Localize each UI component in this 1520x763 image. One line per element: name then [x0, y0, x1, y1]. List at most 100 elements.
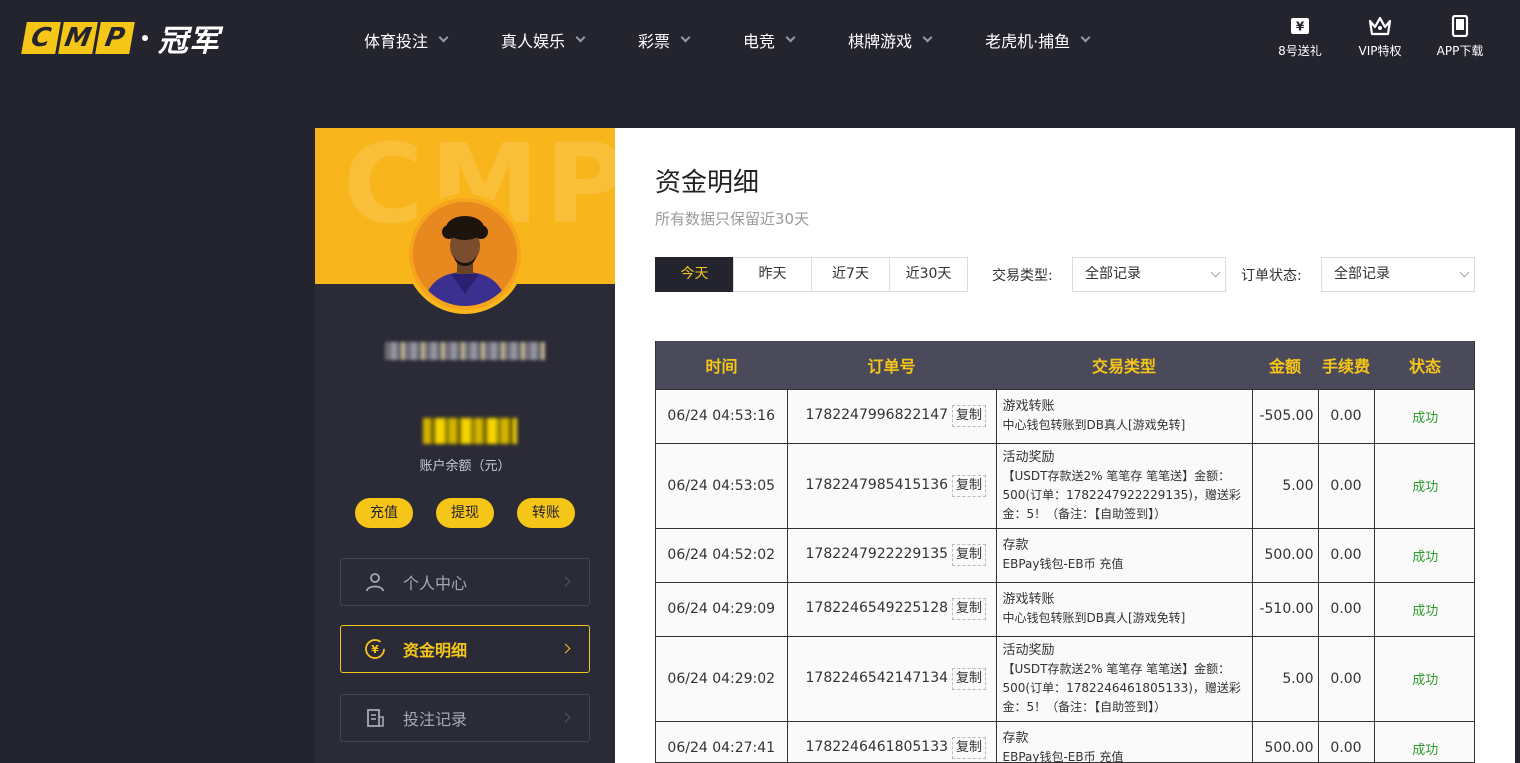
gift-label: 8号送礼	[1278, 44, 1322, 58]
tab-last-7-days[interactable]: 近7天	[811, 257, 890, 292]
cell-fee: 0.00	[1317, 388, 1375, 444]
cell-time: 06/24 04:29:02	[656, 635, 788, 722]
cell-order: 1782247985415136 复制	[786, 442, 997, 529]
cell-amount: 5.00	[1251, 442, 1319, 529]
table-row: 06/24 04:53:05 1782247985415136 复制 活动奖励 【U…	[656, 442, 1474, 529]
order-status-select[interactable]: 全部记录	[1321, 257, 1475, 292]
app-download-button[interactable]: APP下载	[1420, 14, 1500, 59]
cell-amount: 500.00	[1251, 527, 1319, 583]
chevron-down-icon	[1080, 32, 1091, 43]
copy-button[interactable]: 复制	[952, 544, 987, 566]
svg-text:¥: ¥	[371, 643, 379, 656]
sidebar-item-bet-records[interactable]: 投注记录	[340, 694, 590, 742]
nav-item-slots-fishing[interactable]: 老虎机·捕鱼	[985, 28, 1091, 52]
avatar[interactable]	[405, 194, 525, 314]
transfer-button[interactable]: 转账	[517, 498, 575, 528]
type-detail: EBPay钱包-EB币 充值	[1002, 750, 1124, 763]
yen-circle-icon: ¥	[363, 637, 387, 661]
nav-label: 真人娱乐	[501, 32, 566, 51]
main-nav: 体育投注 真人娱乐 彩票 电竞 棋牌游戏 老虎机·捕鱼	[364, 0, 1143, 80]
tab-today[interactable]: 今天	[655, 257, 734, 292]
col-header-type[interactable]: 交易类型	[996, 341, 1252, 389]
col-header-fee[interactable]: 手续费	[1318, 341, 1374, 389]
fund-details-panel: 资金明细 所有数据只保留近30天 今天 昨天 近7天 近30天 交易类型: 全部…	[615, 128, 1515, 763]
cell-amount: 500.00	[1251, 720, 1319, 762]
order-number: 1782247922229135	[805, 546, 949, 562]
cell-fee: 0.00	[1317, 581, 1375, 637]
cell-type: 活动奖励 【USDT存款送2% 笔笔存 笔笔送】金额：500(订单：1782246…	[995, 635, 1253, 722]
sidebar-item-label: 个人中心	[403, 574, 468, 593]
cell-fee: 0.00	[1317, 635, 1375, 722]
tab-yesterday[interactable]: 昨天	[733, 257, 812, 292]
table-row: 06/24 04:53:16 1782247996822147 复制 游戏转账 中心…	[656, 388, 1474, 444]
copy-button[interactable]: 复制	[952, 667, 987, 690]
col-header-order[interactable]: 订单号	[787, 341, 996, 389]
cell-type: 游戏转账 中心钱包转账到DB真人[游戏免转]	[995, 581, 1253, 637]
nav-item-lottery[interactable]: 彩票	[638, 28, 691, 52]
sidebar-item-fund-details[interactable]: ¥ 资金明细	[340, 625, 590, 673]
account-sidebar: CMP 账户余额（元） 充值 提现 转账 个人中心 ¥ 资金明细 投注记录	[315, 128, 615, 763]
gift-button[interactable]: ¥ 8号送礼	[1260, 14, 1340, 59]
withdraw-button[interactable]: 提现	[436, 498, 494, 528]
copy-button[interactable]: 复制	[952, 598, 987, 620]
logo-cmp-mark: C M P	[21, 22, 135, 54]
order-number: 1782246542147134	[805, 669, 949, 686]
cell-status: 成功	[1373, 527, 1474, 583]
chevron-right-icon	[560, 712, 571, 723]
avatar-photo	[413, 202, 517, 306]
cell-time: 06/24 04:53:16	[656, 388, 788, 444]
sidebar-item-personal-center[interactable]: 个人中心	[340, 558, 590, 606]
cell-amount: -505.00	[1251, 388, 1319, 444]
nav-item-sports[interactable]: 体育投注	[364, 28, 449, 52]
copy-button[interactable]: 复制	[952, 474, 987, 497]
user-icon	[363, 570, 387, 594]
transaction-type-select[interactable]: 全部记录	[1072, 257, 1226, 292]
nav-item-esports[interactable]: 电竞	[743, 28, 796, 52]
balance-masked	[423, 418, 517, 444]
logo-letter: M	[58, 22, 98, 54]
nav-label: 老虎机·捕鱼	[985, 32, 1071, 51]
chevron-down-icon	[785, 32, 796, 43]
nav-item-card-games[interactable]: 棋牌游戏	[848, 28, 933, 52]
table-row: 06/24 04:29:02 1782246542147134 复制 活动奖励 【U…	[656, 635, 1474, 722]
sidebar-item-label: 投注记录	[403, 710, 468, 729]
order-number: 1782246549225128	[805, 600, 949, 616]
table-row: 06/24 04:27:41 1782246461805133 复制 存款 EBPa…	[656, 720, 1474, 763]
top-header: C M P 冠军 体育投注 真人娱乐 彩票 电竞 棋牌游戏 老虎机·捕鱼 ¥ 8…	[0, 0, 1520, 80]
type-detail: 中心钱包转账到DB真人[游戏免转]	[1002, 418, 1186, 432]
nav-item-live-casino[interactable]: 真人娱乐	[501, 28, 586, 52]
chevron-down-icon	[680, 32, 691, 43]
order-status-value: 全部记录	[1334, 266, 1390, 282]
deposit-button[interactable]: 充值	[355, 498, 413, 528]
order-number: 1782247985415136	[805, 476, 949, 493]
order-number: 1782247996822147	[805, 407, 949, 423]
col-header-status[interactable]: 状态	[1374, 341, 1474, 389]
table-header-row: 时间 订单号 交易类型 金额 手续费 状态	[656, 341, 1474, 389]
vip-button[interactable]: VIP特权	[1340, 14, 1420, 59]
header-actions: ¥ 8号送礼 VIP特权 APP下载	[1260, 14, 1500, 59]
tab-last-30-days[interactable]: 近30天	[889, 257, 968, 292]
chevron-down-icon	[1459, 267, 1470, 278]
chevron-down-icon	[1210, 267, 1221, 278]
copy-button[interactable]: 复制	[952, 405, 987, 427]
cell-fee: 0.00	[1317, 527, 1375, 583]
document-icon	[363, 706, 387, 730]
transaction-type-value: 全部记录	[1085, 266, 1141, 282]
wallet-actions: 充值 提现 转账	[355, 498, 575, 528]
brand-logo[interactable]: C M P 冠军	[21, 18, 220, 59]
transactions-table-wrap[interactable]: 时间 订单号 交易类型 金额 手续费 状态 06/24 04:53:16 178…	[655, 341, 1475, 763]
table-row: 06/24 04:52:02 1782247922229135 复制 存款 EBPa…	[656, 527, 1474, 583]
col-header-amount[interactable]: 金额	[1252, 341, 1318, 389]
phone-icon	[1420, 14, 1500, 38]
crown-icon	[1340, 14, 1420, 38]
chevron-down-icon	[575, 32, 586, 43]
balance-label: 账户余额（元）	[419, 459, 511, 474]
nav-label: 电竞	[743, 32, 776, 51]
cell-status: 成功	[1373, 442, 1474, 529]
col-header-time[interactable]: 时间	[656, 341, 787, 389]
copy-button[interactable]: 复制	[952, 737, 987, 759]
chevron-right-icon	[560, 643, 571, 654]
nav-label: 棋牌游戏	[848, 32, 913, 51]
type-detail: 中心钱包转账到DB真人[游戏免转]	[1002, 611, 1186, 625]
cell-type: 游戏转账 中心钱包转账到DB真人[游戏免转]	[995, 388, 1253, 444]
